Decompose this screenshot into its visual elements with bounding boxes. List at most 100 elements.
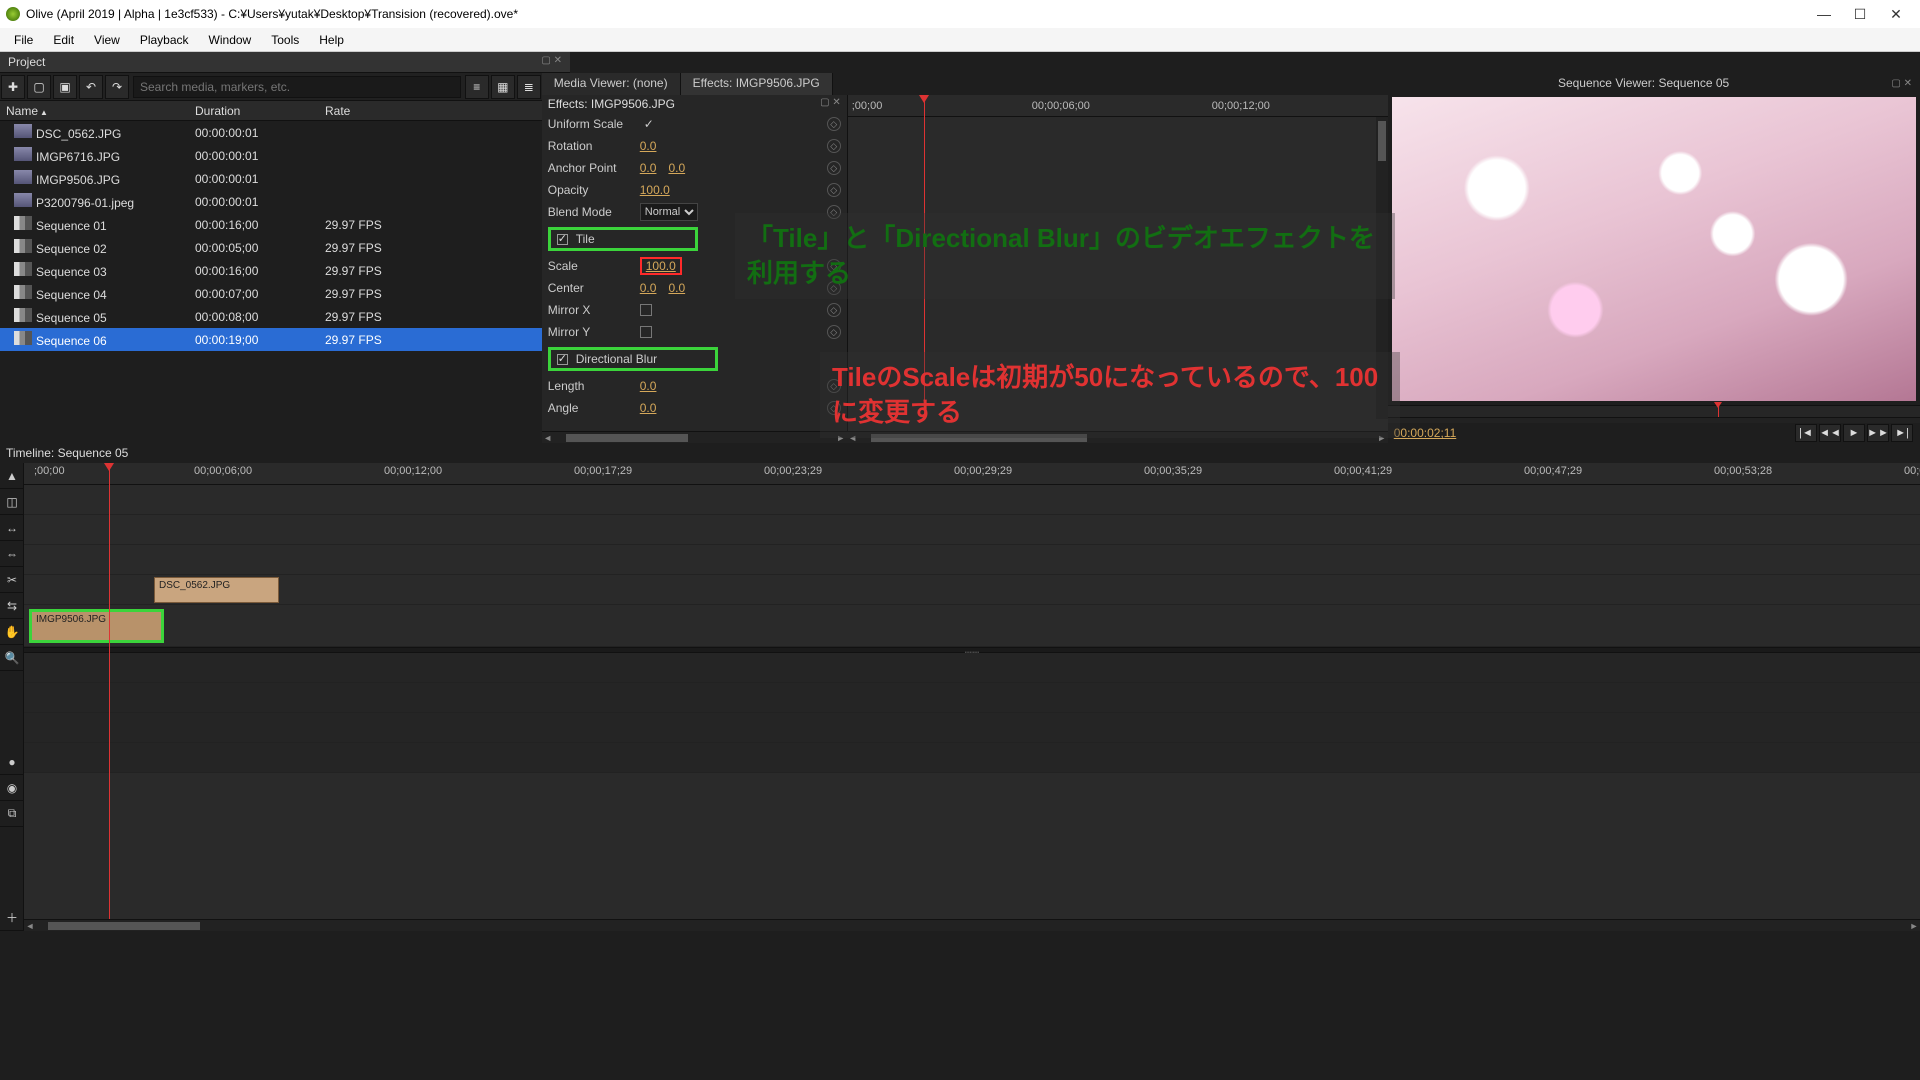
prop-opacity-value[interactable]: 100.0 [640,183,670,197]
add-track-button[interactable]: ＋ [0,905,24,931]
prop-mirrory-checkbox[interactable] [640,326,652,338]
prop-angle-value[interactable]: 0.0 [640,401,657,415]
video-track[interactable] [24,515,1920,545]
menubar: File Edit View Playback Window Tools Hel… [0,28,1920,52]
project-item[interactable]: Sequence 0300:00:16;0029.97 FPS [0,259,542,282]
menu-view[interactable]: View [84,30,130,50]
project-item[interactable]: Sequence 0600:00:19;0029.97 FPS [0,328,542,351]
go-start-button[interactable]: |◄ [1795,424,1817,442]
col-rate[interactable]: Rate [325,104,542,118]
menu-edit[interactable]: Edit [43,30,84,50]
menu-playback[interactable]: Playback [130,30,199,50]
mic-button[interactable]: ◉ [0,775,24,801]
play-button[interactable]: ► [1843,424,1865,442]
item-icon [14,262,32,276]
keyframe-icon[interactable]: ◇ [827,161,841,175]
timeline-hscroll[interactable]: ◄► [24,919,1920,931]
audio-track[interactable] [24,653,1920,683]
prop-center-x[interactable]: 0.0 [640,281,657,295]
keyframe-icon[interactable]: ◇ [827,183,841,197]
clip-imgp9506[interactable]: IMGP9506.JPG [29,609,164,643]
window-close[interactable]: ✕ [1878,6,1914,23]
window-minimize[interactable]: — [1806,6,1842,22]
viewer-undock-icon[interactable]: ▢ ✕ [1891,78,1912,89]
import-button[interactable]: ▣ [53,75,77,99]
video-track[interactable] [24,545,1920,575]
new-button[interactable]: ✚ [1,75,25,99]
viewer-hscroll[interactable] [1388,417,1920,424]
effects-undock-icon[interactable]: ▢ ✕ [820,97,841,108]
prop-mirrorx-checkbox[interactable] [640,304,652,316]
timeline-playhead[interactable] [109,467,110,919]
view-tree-button[interactable]: ≣ [517,75,541,99]
project-item[interactable]: Sequence 0400:00:07;0029.97 FPS [0,282,542,305]
col-name[interactable]: Name [6,104,38,118]
project-item[interactable]: Sequence 0200:00:05;0029.97 FPS [0,236,542,259]
audio-track[interactable] [24,743,1920,773]
prop-length-value[interactable]: 0.0 [640,379,657,393]
ripple-tool[interactable]: ↔ [0,515,24,541]
marquee-tool[interactable]: ◫ [0,489,24,515]
project-item[interactable]: IMGP6716.JPG00:00:00:01 [0,144,542,167]
prop-blend-select[interactable]: Normal [640,203,698,221]
hand-tool[interactable]: ✋ [0,619,24,645]
prop-anchor-y[interactable]: 0.0 [668,161,685,175]
project-item[interactable]: Sequence 0100:00:16;0029.97 FPS [0,213,542,236]
prop-rotation-value[interactable]: 0.0 [640,139,657,153]
effect-dirblur-header[interactable]: Directional Blur [548,347,718,371]
menu-help[interactable]: Help [309,30,354,50]
record-button[interactable]: ● [0,749,24,775]
viewer-canvas[interactable] [1392,97,1916,401]
timeline-ruler[interactable]: ;00;0000;00;06;0000;00;12;0000;00;17;290… [24,463,1920,485]
keyframe-icon[interactable]: ◇ [827,325,841,339]
video-track[interactable] [24,485,1920,515]
razor-tool[interactable]: ✂ [0,567,24,593]
audio-track[interactable] [24,713,1920,743]
fastfwd-button[interactable]: ►► [1867,424,1889,442]
menu-window[interactable]: Window [199,30,262,50]
tab-media-viewer[interactable]: Media Viewer: (none) [542,73,681,95]
roll-tool[interactable]: ⇔ [0,541,24,567]
prop-anchor-x[interactable]: 0.0 [640,161,657,175]
view-list-button[interactable]: ≡ [465,75,489,99]
effect-dirblur-checkbox[interactable] [557,354,568,365]
slip-tool[interactable]: ⇆ [0,593,24,619]
video-track[interactable]: IMGP9506.JPG [24,605,1920,647]
video-track[interactable]: DSC_0562.JPG [24,575,1920,605]
undo-button[interactable]: ↶ [79,75,103,99]
project-item[interactable]: Sequence 0500:00:08;0029.97 FPS [0,305,542,328]
col-duration[interactable]: Duration [195,104,325,118]
rewind-button[interactable]: ◄◄ [1819,424,1841,442]
keyframe-icon[interactable]: ◇ [827,139,841,153]
prop-scale-value[interactable]: 100.0 [640,257,682,275]
pointer-tool[interactable]: ▲ [0,463,24,489]
effect-tile-header[interactable]: Tile [548,227,698,251]
project-item[interactable]: IMGP9506.JPG00:00:00:01 [0,167,542,190]
redo-button[interactable]: ↷ [105,75,129,99]
project-item[interactable]: P3200796-01.jpeg00:00:00:01 [0,190,542,213]
viewer-playhead[interactable] [1718,406,1719,417]
keyframe-icon[interactable]: ◇ [827,117,841,131]
project-undock-icon[interactable]: ▢ ✕ [541,55,562,66]
window-maximize[interactable]: ☐ [1842,6,1878,23]
effects-props-hscroll[interactable]: ◄► [542,431,847,443]
audio-track[interactable] [24,683,1920,713]
tab-effects[interactable]: Effects: IMGP9506.JPG [681,73,833,95]
search-input[interactable] [133,76,461,98]
effect-tile-checkbox[interactable] [557,234,568,245]
go-end-button[interactable]: ►| [1891,424,1913,442]
effects-ruler[interactable]: ;00;00 00;00;06;00 00;00;12;00 [848,95,1388,117]
prop-center-y[interactable]: 0.0 [668,281,685,295]
project-item[interactable]: DSC_0562.JPG00:00:00:01 [0,121,542,144]
zoom-tool[interactable]: 🔍 [0,645,24,671]
viewer-scrubber[interactable] [1388,405,1920,417]
viewer-timecode[interactable]: 00:00:02;11 [1394,426,1794,440]
menu-tools[interactable]: Tools [261,30,309,50]
menu-file[interactable]: File [4,30,43,50]
link-button[interactable]: ⧉ [0,801,24,827]
new-folder-button[interactable]: ▢ [27,75,51,99]
view-grid-button[interactable]: ▦ [491,75,515,99]
timeline-main[interactable]: ;00;0000;00;06;0000;00;12;0000;00;17;290… [24,463,1920,931]
keyframe-icon[interactable]: ◇ [827,303,841,317]
clip-dsc0562[interactable]: DSC_0562.JPG [154,577,279,603]
